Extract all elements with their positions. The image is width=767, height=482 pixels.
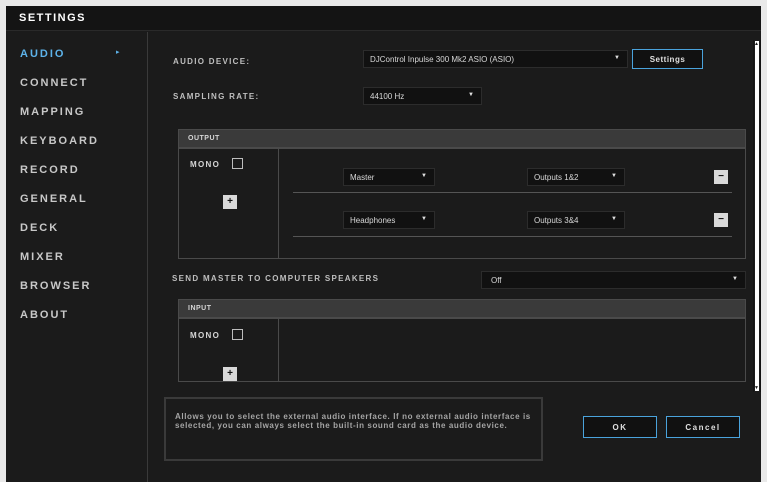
output-port-dropdown-headphones[interactable]: Outputs 3&4 ▼ <box>527 211 625 229</box>
output-port-value: Outputs 1&2 <box>534 173 579 182</box>
input-routing-panel <box>278 318 746 382</box>
scroll-up-icon[interactable]: ▲ <box>754 41 759 47</box>
output-section-header: OUTPUT <box>178 129 746 148</box>
settings-window: SETTINGS AUDIO ▸ CONNECT MAPPING KEYBOAR… <box>6 6 761 482</box>
input-add-button[interactable]: + <box>223 367 237 381</box>
scrollbar[interactable]: ▲ ▼ <box>753 40 761 392</box>
help-text: Allows you to select the external audio … <box>175 412 531 430</box>
chevron-down-icon: ▼ <box>611 173 617 179</box>
send-master-dropdown[interactable]: Off ▼ <box>481 271 746 289</box>
sidebar-item-keyboard[interactable]: KEYBOARD <box>20 135 99 147</box>
row-divider <box>293 192 732 193</box>
audio-device-dropdown[interactable]: DJControl Inpulse 300 Mk2 ASIO (ASIO) ▼ <box>363 50 628 68</box>
sidebar-item-deck[interactable]: DECK <box>20 222 59 234</box>
sidebar-item-record[interactable]: RECORD <box>20 164 80 176</box>
sidebar-item-mixer[interactable]: MIXER <box>20 251 65 263</box>
input-mono-checkbox[interactable] <box>232 329 243 340</box>
sidebar-item-connect[interactable]: CONNECT <box>20 77 88 89</box>
sidebar-item-browser[interactable]: BROWSER <box>20 280 91 292</box>
help-text-box: Allows you to select the external audio … <box>164 397 543 461</box>
ok-button[interactable]: OK <box>583 416 657 438</box>
remove-output-button-master[interactable]: − <box>714 170 728 184</box>
output-mono-label: MONO <box>190 160 221 169</box>
sidebar-item-about[interactable]: ABOUT <box>20 309 69 321</box>
scrollbar-thumb[interactable] <box>754 40 760 392</box>
settings-button[interactable]: Settings <box>632 49 703 69</box>
output-port-value: Outputs 3&4 <box>534 216 579 225</box>
sampling-rate-value: 44100 Hz <box>370 92 405 101</box>
output-mono-panel: MONO + <box>178 148 279 259</box>
sidebar-item-mapping[interactable]: MAPPING <box>20 106 85 118</box>
chevron-down-icon: ▼ <box>732 276 738 282</box>
audio-settings-panel: AUDIO DEVICE: DJControl Inpulse 300 Mk2 … <box>148 32 761 482</box>
output-add-button[interactable]: + <box>223 195 237 209</box>
send-master-label: SEND MASTER TO COMPUTER SPEAKERS <box>172 274 380 283</box>
input-section-header: INPUT <box>178 299 746 318</box>
output-channel-dropdown-headphones[interactable]: Headphones ▼ <box>343 211 435 229</box>
active-indicator-icon: ▸ <box>116 49 120 56</box>
output-mono-checkbox[interactable] <box>232 158 243 169</box>
remove-output-button-headphones[interactable]: − <box>714 213 728 227</box>
output-channel-value: Headphones <box>350 216 396 225</box>
chevron-down-icon: ▼ <box>614 55 620 61</box>
sidebar: AUDIO ▸ CONNECT MAPPING KEYBOARD RECORD … <box>6 32 148 482</box>
output-channel-value: Master <box>350 173 375 182</box>
title-bar: SETTINGS <box>6 6 761 31</box>
window-title: SETTINGS <box>19 12 87 24</box>
input-mono-label: MONO <box>190 331 221 340</box>
chevron-down-icon: ▼ <box>421 173 427 179</box>
input-mono-panel: MONO + <box>178 318 279 382</box>
output-routing-panel: Master ▼ Outputs 1&2 ▼ − Headphones ▼ Ou… <box>278 148 746 259</box>
audio-device-value: DJControl Inpulse 300 Mk2 ASIO (ASIO) <box>370 55 515 64</box>
sidebar-item-audio[interactable]: AUDIO <box>20 48 65 60</box>
row-divider <box>293 236 732 237</box>
output-channel-dropdown-master[interactable]: Master ▼ <box>343 168 435 186</box>
chevron-down-icon: ▼ <box>468 92 474 98</box>
chevron-down-icon: ▼ <box>421 216 427 222</box>
sampling-rate-dropdown[interactable]: 44100 Hz ▼ <box>363 87 482 105</box>
sidebar-item-general[interactable]: GENERAL <box>20 193 88 205</box>
cancel-button[interactable]: Cancel <box>666 416 740 438</box>
chevron-down-icon: ▼ <box>611 216 617 222</box>
output-port-dropdown-master[interactable]: Outputs 1&2 ▼ <box>527 168 625 186</box>
scroll-down-icon[interactable]: ▼ <box>754 385 759 391</box>
send-master-value: Off <box>491 276 502 285</box>
sampling-rate-label: SAMPLING RATE: <box>173 92 260 101</box>
audio-device-label: AUDIO DEVICE: <box>173 57 251 66</box>
